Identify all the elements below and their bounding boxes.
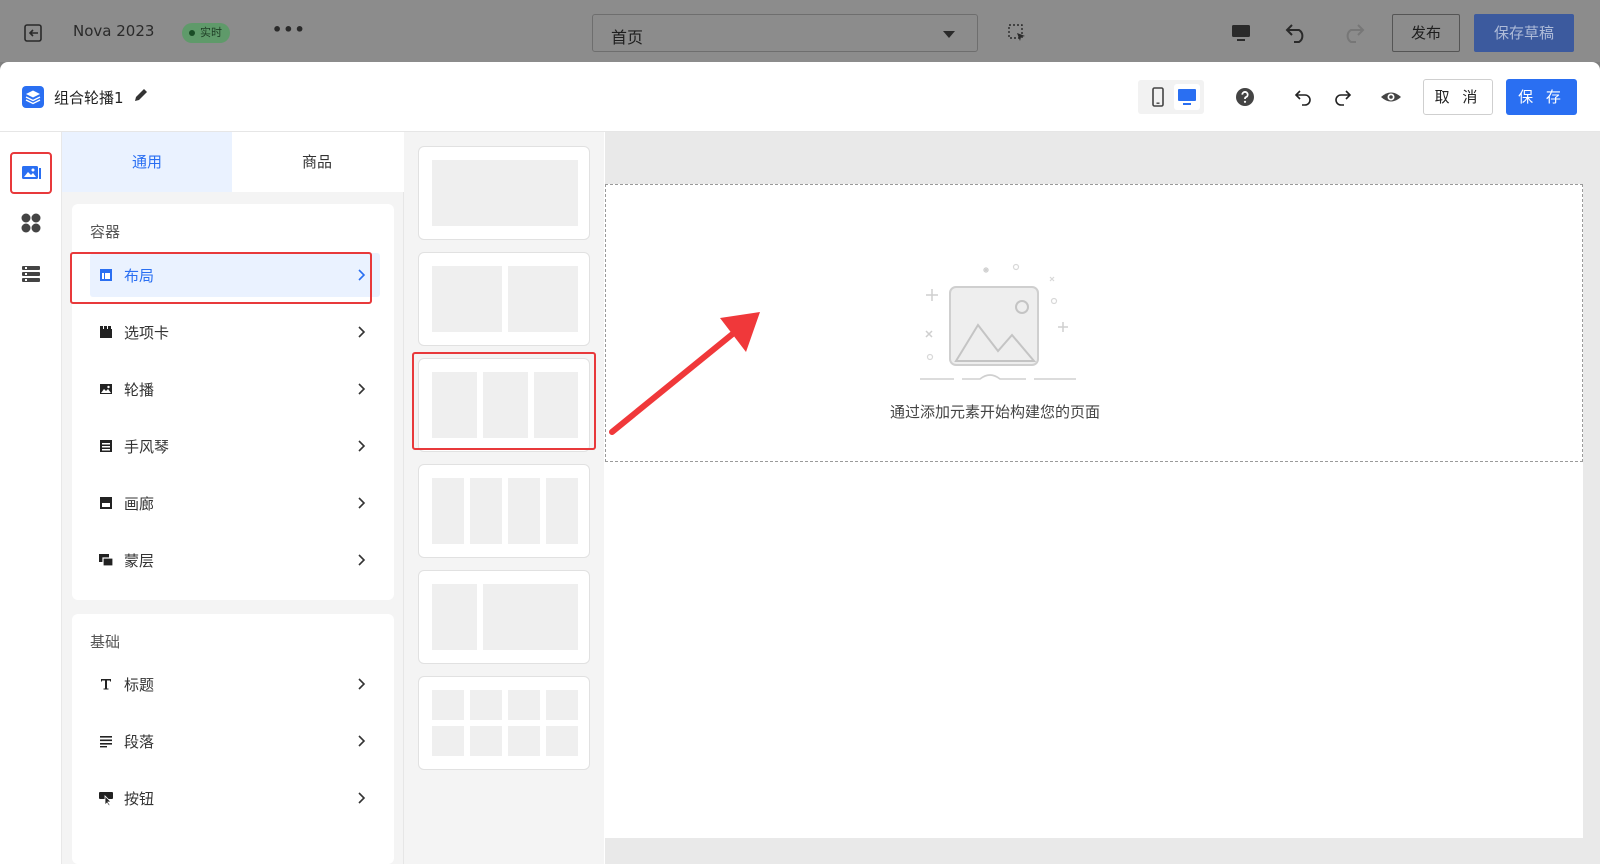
component-item-label: 手风琴 xyxy=(124,438,170,456)
page-select-value: 首页 xyxy=(611,28,644,47)
component-editor: 组合轮播1 取 消 保 存 通用 商品 容器 布局 选项卡 轮播 手风琴 画廊 … xyxy=(0,62,1600,864)
component-item-carousel[interactable]: 轮播 xyxy=(90,367,380,411)
component-item-paragraph[interactable]: 段落 xyxy=(90,719,380,763)
component-item-label: 选项卡 xyxy=(124,324,170,342)
desktop-preview-icon[interactable] xyxy=(1230,22,1252,44)
empty-canvas-message: 通过添加元素开始构建您的页面 xyxy=(889,403,1100,421)
chevron-right-icon xyxy=(358,497,366,509)
component-tabs: 通用 商品 xyxy=(62,132,404,192)
empty-image-illustration-icon xyxy=(920,263,1076,380)
component-item-label: 标题 xyxy=(124,676,155,694)
group-title: 基础 xyxy=(90,633,121,651)
overlay-icon xyxy=(99,554,114,567)
layers-list-icon xyxy=(22,266,40,282)
redo-icon[interactable] xyxy=(1340,20,1366,44)
tab-products[interactable]: 商品 xyxy=(232,132,402,192)
image-gallery-icon xyxy=(22,166,41,179)
undo-icon[interactable] xyxy=(1284,20,1310,44)
three-column-highlight-box xyxy=(412,352,596,450)
group-title: 容器 xyxy=(90,223,121,241)
layout-highlight-box xyxy=(70,252,372,304)
left-icon-rail xyxy=(0,132,62,864)
save-button[interactable]: 保 存 xyxy=(1506,79,1577,115)
layout-preset-1-column[interactable] xyxy=(418,146,590,240)
component-item-overlay[interactable]: 蒙层 xyxy=(90,538,380,582)
page-select[interactable]: 首页 xyxy=(592,14,978,52)
accordion-icon xyxy=(100,440,112,452)
cancel-button[interactable]: 取 消 xyxy=(1423,79,1493,115)
desktop-view-icon[interactable] xyxy=(1174,84,1200,110)
component-item-accordion[interactable]: 手风琴 xyxy=(90,424,380,468)
layout-preset-2-columns[interactable] xyxy=(418,252,590,346)
top-bar: Nova 2023 实时 ••• 首页 发布 保存草稿 xyxy=(0,0,1600,62)
layout-preset-4-columns[interactable] xyxy=(418,464,590,558)
redo-icon[interactable] xyxy=(1332,88,1352,106)
component-item-button[interactable]: 按钮 xyxy=(90,776,380,820)
chevron-right-icon xyxy=(358,735,366,747)
rail-item-layers[interactable] xyxy=(10,252,52,294)
undo-icon[interactable] xyxy=(1294,88,1314,106)
chevron-right-icon xyxy=(358,678,366,690)
mobile-view-icon[interactable] xyxy=(1146,85,1170,109)
chevron-right-icon xyxy=(358,554,366,566)
layers-logo-icon xyxy=(22,86,44,108)
live-status-badge: 实时 xyxy=(182,23,230,43)
edit-title-pencil-icon[interactable] xyxy=(133,87,149,103)
gallery-icon xyxy=(100,497,112,509)
basic-group: 基础 标题 段落 按钮 xyxy=(72,614,394,864)
carousel-icon xyxy=(100,384,112,394)
tab-general[interactable]: 通用 xyxy=(62,132,232,192)
component-item-label: 段落 xyxy=(124,733,155,751)
components-grid-icon xyxy=(21,213,41,233)
chevron-right-icon xyxy=(358,792,366,804)
layout-presets-panel xyxy=(404,132,604,864)
chevron-right-icon xyxy=(358,383,366,395)
layout-preset-grid-2x4[interactable] xyxy=(418,676,590,770)
rail-item-media[interactable] xyxy=(10,152,52,194)
chevron-right-icon xyxy=(358,440,366,452)
save-draft-button[interactable]: 保存草稿 xyxy=(1474,14,1574,52)
exit-icon[interactable] xyxy=(22,22,44,44)
chevron-right-icon xyxy=(358,326,366,338)
select-element-icon[interactable] xyxy=(1007,23,1027,43)
paragraph-icon xyxy=(100,736,112,748)
component-item-title[interactable]: 标题 xyxy=(90,662,380,706)
more-menu-button[interactable]: ••• xyxy=(272,20,306,39)
component-item-label: 按钮 xyxy=(124,790,155,808)
drop-zone[interactable]: 通过添加元素开始构建您的页面 xyxy=(605,184,1583,462)
tabs-icon xyxy=(100,326,112,338)
rail-item-components[interactable] xyxy=(10,202,52,244)
layout-preset-1-2-columns[interactable] xyxy=(418,570,590,664)
app-name: Nova 2023 xyxy=(73,22,155,40)
components-panel: 通用 商品 容器 布局 选项卡 轮播 手风琴 画廊 蒙层 基础 标题 段落 按钮 xyxy=(62,132,404,864)
component-title: 组合轮播1 xyxy=(54,89,124,107)
component-item-tabs[interactable]: 选项卡 xyxy=(90,310,380,354)
title-icon xyxy=(101,679,111,690)
canvas-area: 通过添加元素开始构建您的页面 xyxy=(605,132,1600,864)
chevron-down-icon xyxy=(943,31,955,38)
device-toggle xyxy=(1138,80,1204,114)
button-icon xyxy=(99,792,113,806)
component-item-label: 蒙层 xyxy=(124,552,155,570)
preview-eye-icon[interactable] xyxy=(1380,88,1402,106)
component-item-label: 轮播 xyxy=(124,381,155,399)
publish-button[interactable]: 发布 xyxy=(1392,14,1460,52)
editor-header: 组合轮播1 取 消 保 存 xyxy=(0,62,1600,132)
component-item-label: 画廊 xyxy=(124,495,155,513)
help-icon[interactable] xyxy=(1235,87,1255,107)
component-item-gallery[interactable]: 画廊 xyxy=(90,481,380,525)
